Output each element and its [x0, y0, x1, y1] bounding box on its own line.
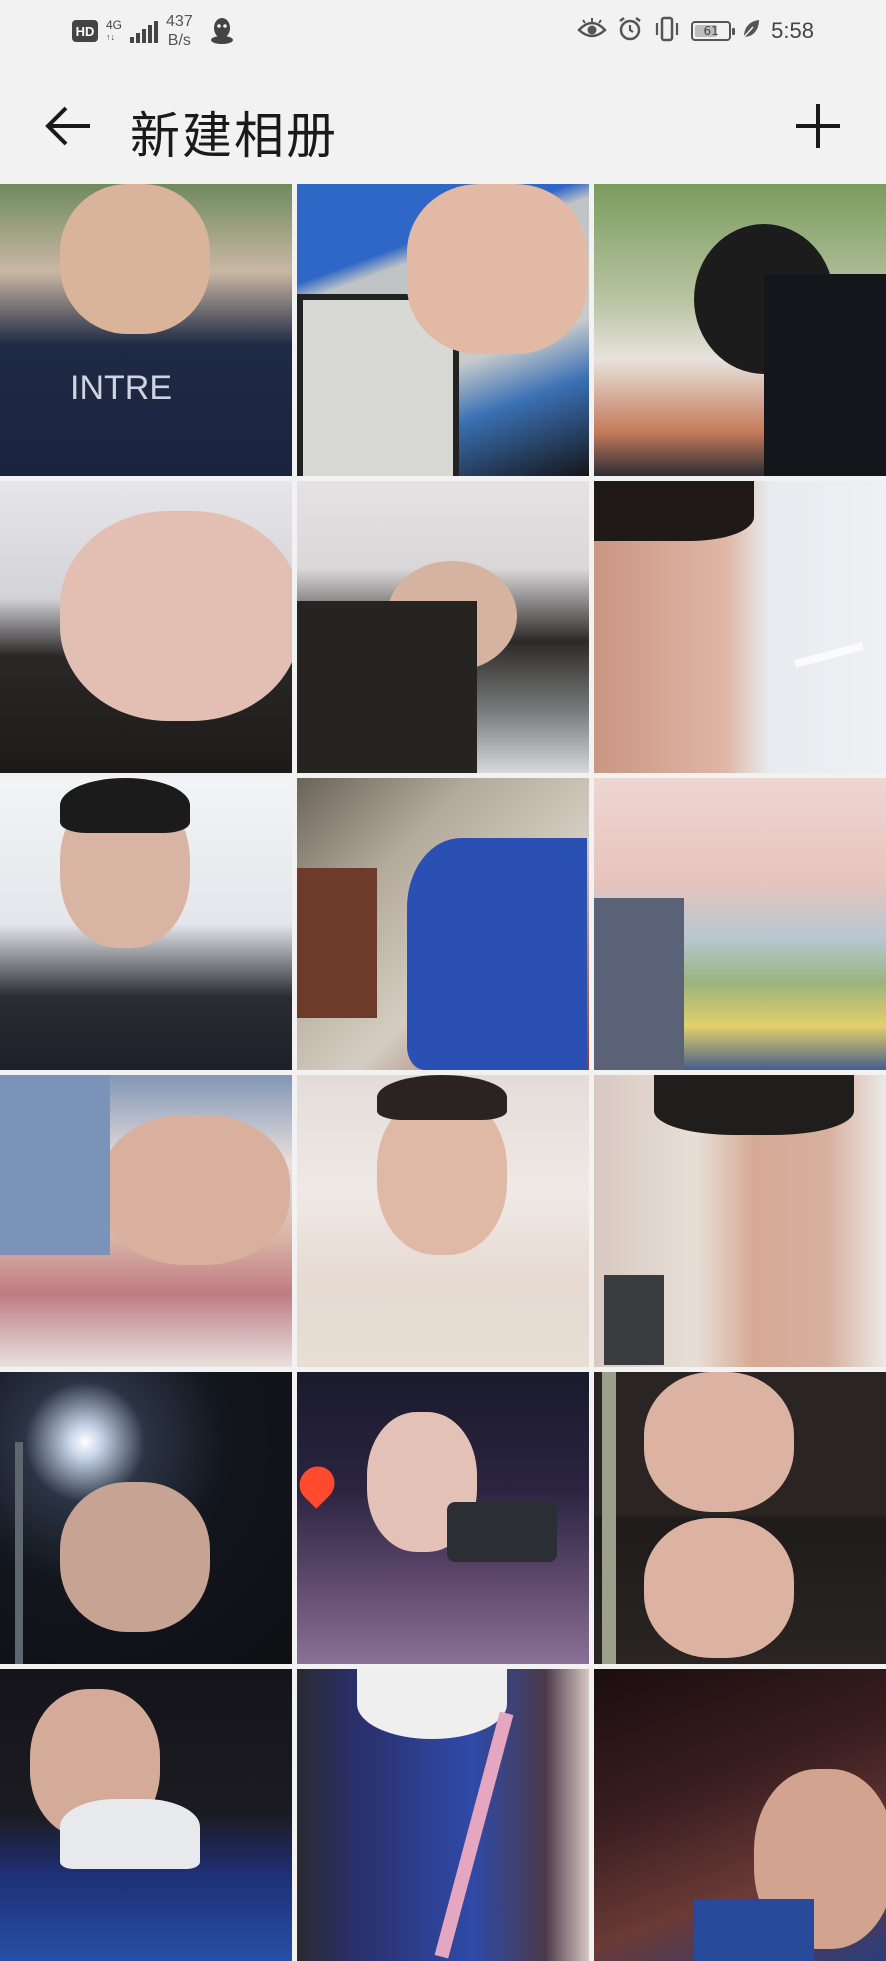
photo-thumbnail-sleeping-closeup[interactable]: [0, 481, 292, 773]
photo-grid: INTRE: [0, 184, 886, 1961]
qq-icon: [209, 16, 235, 46]
photo-thumbnail-double-portrait[interactable]: [594, 1372, 886, 1664]
photo-thumbnail-night-blue-hoodie[interactable]: [0, 1669, 292, 1961]
power-saving-leaf-icon: [741, 18, 761, 44]
app-bar: 新建相册: [0, 64, 886, 184]
status-bar: HD 4G ↑↓ 437 B/s 61 5:58: [0, 0, 886, 64]
photo-thumbnail-sleeping-on-desk[interactable]: [297, 481, 589, 773]
alarm-icon: [617, 16, 643, 46]
network-speed: 437 B/s: [166, 12, 193, 50]
photo-thumbnail-phone-in-hand[interactable]: [297, 184, 589, 476]
plus-icon: [796, 104, 840, 148]
status-right: 61 5:58: [577, 16, 814, 46]
photo-thumbnail-two-friends-hug[interactable]: [594, 778, 886, 1070]
photo-thumbnail-boy-white-shirt[interactable]: [297, 1075, 589, 1367]
network-speed-unit: B/s: [167, 32, 191, 49]
photo-thumbnail-lying-on-ground[interactable]: [297, 778, 589, 1070]
network-speed-value: 437: [166, 13, 193, 30]
photo-thumbnail-night-streetlight[interactable]: [0, 1372, 292, 1664]
photo-thumbnail-selfie-closeup[interactable]: [594, 481, 886, 773]
eye-comfort-icon: [577, 18, 607, 44]
battery-level: 61: [703, 24, 719, 38]
network-type-label: 4G: [106, 18, 123, 32]
photo-thumbnail-night-smile[interactable]: [594, 1669, 886, 1961]
network-arrows-icon: ↑↓: [106, 32, 115, 42]
network-type: 4G ↑↓: [106, 19, 122, 43]
vibrate-icon: [653, 16, 681, 46]
photo-thumbnail-boy-lying-down[interactable]: [0, 1075, 292, 1367]
photo-thumbnail-boy-classroom[interactable]: [0, 778, 292, 1070]
signal-icon: [130, 19, 159, 43]
back-button[interactable]: [42, 100, 94, 152]
photo-thumbnail-couple-phone-selfie[interactable]: [297, 1372, 589, 1664]
status-left: HD 4G ↑↓ 437 B/s: [72, 12, 235, 50]
clock: 5:58: [771, 18, 814, 43]
battery-icon: 61: [691, 21, 736, 41]
photo-thumbnail-boy-outdoor-table[interactable]: [594, 184, 886, 476]
add-photos-button[interactable]: [792, 100, 844, 152]
photo-thumbnail-boy-cafeteria[interactable]: [594, 1075, 886, 1367]
photo-thumbnail-blue-hoodie-back[interactable]: [297, 1669, 589, 1961]
arrow-left-icon: [45, 106, 90, 146]
hd-icon: HD: [72, 20, 98, 42]
photo-thumbnail-boy-eating-snack[interactable]: INTRE: [0, 184, 292, 476]
page-title: 新建相册: [130, 107, 338, 165]
